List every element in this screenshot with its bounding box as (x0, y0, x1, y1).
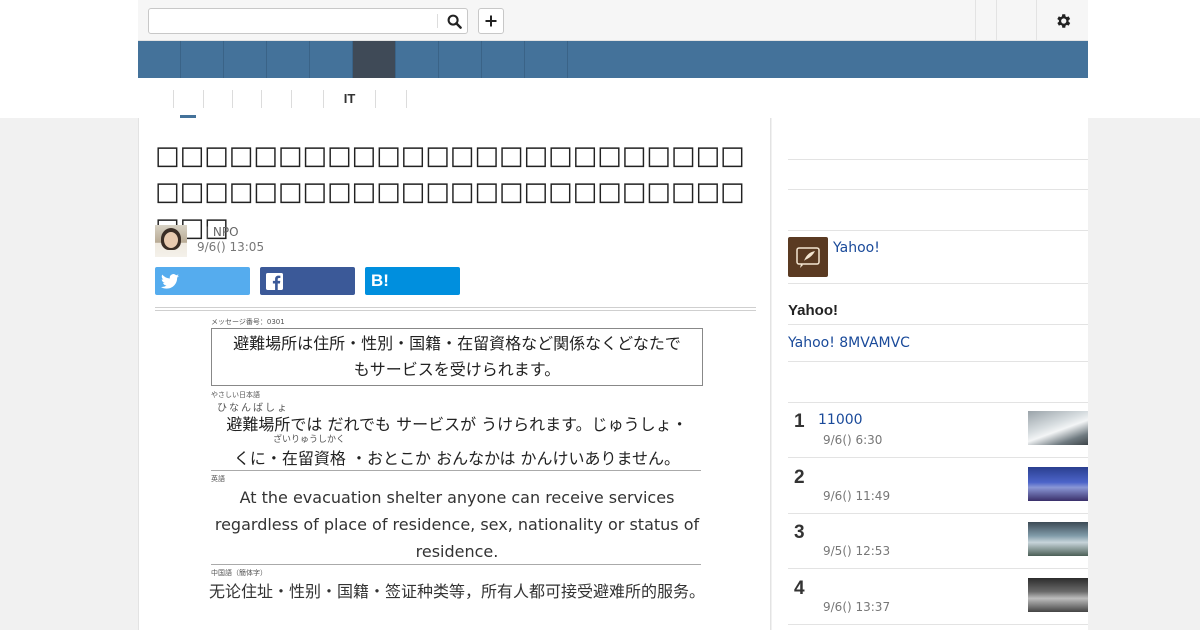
nav-tab[interactable] (267, 41, 310, 78)
site-header (138, 0, 1088, 41)
author-page-link[interactable]: Yahoo! (833, 240, 880, 256)
twitter-icon (161, 273, 179, 289)
ranking-title[interactable]: 11000 (818, 412, 863, 428)
ranking-date: 9/6() 13:37 (823, 600, 891, 614)
notice-box: 避難場所は住所・性別・国籍・在留資格など関係なくどなたで もサービスを受けられま… (211, 328, 703, 386)
article: □□□□□□□□□□□□□□□□□□□□□□□□□□□□□□□□□□□□□□□□… (138, 118, 771, 630)
ranking-thumbnail[interactable] (1028, 522, 1088, 556)
ranking-date: 9/6() 6:30 (823, 433, 883, 447)
nav-tab[interactable] (482, 41, 525, 78)
ranking-number: 3 (794, 522, 805, 543)
add-button[interactable] (478, 8, 504, 34)
sidebar-divider (788, 361, 1088, 362)
ranking-item[interactable]: 4 9/6() 13:37 (788, 570, 1088, 625)
figure-divider (211, 564, 701, 565)
nav-tab[interactable] (439, 41, 482, 78)
header-divider (996, 0, 997, 41)
multilingual-notice-image: メッセージ番号：0301 避難場所は住所・性別・国籍・在留資格など関係なくどなた… (209, 314, 705, 630)
settings-button[interactable] (1048, 9, 1078, 33)
english-label: 英語 (211, 475, 225, 483)
ranking-thumbnail[interactable] (1028, 467, 1088, 501)
ruby-text: ざいりゅうしかく (273, 435, 346, 445)
notice-line: 避難場所は住所・性別・国籍・在留資格など関係なくどなたで (233, 334, 681, 353)
facebook-share-button[interactable] (260, 267, 355, 295)
author-page-icon[interactable] (788, 237, 828, 277)
sidebar-divider (788, 324, 1088, 325)
search-button[interactable] (441, 10, 467, 32)
sidebar-divider (788, 283, 1088, 284)
ranking-number: 4 (794, 578, 805, 599)
ranking-number: 1 (794, 411, 805, 432)
article-title: □□□□□□□□□□□□□□□□□□□□□□□□□□□□□□□□□□□□□□□□… (155, 141, 745, 243)
ranking-item[interactable]: 1 11000 9/6() 6:30 (788, 403, 1088, 458)
sidebar-divider (788, 159, 1088, 160)
article-date: 9/6() 13:05 (197, 240, 265, 254)
subnav-item[interactable] (375, 90, 407, 108)
gear-icon (1057, 14, 1071, 28)
sidebar-divider (788, 230, 1088, 231)
subnav-item-it[interactable]: IT (323, 90, 375, 108)
chinese-text: 无论住址・性别・国籍・签证种类等，所有人都可接受避难所的服务。 (209, 582, 706, 601)
twitter-share-button[interactable] (155, 267, 250, 295)
hatena-bookmark-button[interactable]: B! (365, 267, 460, 295)
subnav-item[interactable] (232, 90, 261, 108)
author-line: | NPO (197, 225, 239, 239)
promo-link[interactable]: Yahoo! 8MVAMVC (788, 335, 910, 351)
search-divider (437, 14, 438, 28)
subnav-item[interactable] (203, 90, 232, 108)
message-number: メッセージ番号：0301 (211, 318, 285, 326)
search-icon (447, 14, 462, 29)
chinese-label: 中国語（簡体字） (211, 569, 267, 577)
nav-tab[interactable] (181, 41, 224, 78)
english-text: At the evacuation shelter anyone can rec… (214, 488, 700, 561)
nav-tab[interactable] (224, 41, 267, 78)
header-divider (975, 0, 976, 41)
subnav-item[interactable] (261, 90, 291, 108)
subnav-item[interactable] (173, 90, 203, 108)
ranking-number: 2 (794, 467, 805, 488)
search-input[interactable] (149, 9, 437, 33)
nav-tab-active[interactable] (353, 41, 396, 78)
nav-tab[interactable] (396, 41, 439, 78)
subnav-item[interactable] (291, 90, 323, 108)
author-org: | NPO (205, 225, 239, 239)
ranking-thumbnail[interactable] (1028, 578, 1088, 612)
figure-divider (211, 470, 701, 471)
ranking-thumbnail[interactable] (1028, 411, 1088, 445)
article-divider (155, 307, 756, 311)
search-box (148, 8, 468, 34)
hatena-icon: B! (371, 271, 389, 290)
feather-pen-icon (796, 247, 820, 268)
sidebar: Yahoo! Yahoo! Yahoo! 8MVAMVC 1 11000 9/6… (772, 118, 1088, 630)
sidebar-divider (788, 189, 1088, 190)
plus-icon (485, 15, 497, 27)
ranking-item[interactable]: 3 9/5() 12:53 (788, 514, 1088, 569)
ranking-item[interactable]: 2 9/6() 11:49 (788, 459, 1088, 514)
nav-tab[interactable] (525, 41, 568, 78)
subcategory-nav: IT (138, 78, 1088, 118)
notice-line: もサービスを受けられます。 (353, 360, 561, 379)
nav-tab[interactable] (138, 41, 181, 78)
category-nav (138, 41, 1088, 78)
facebook-icon (266, 272, 283, 290)
header-divider (1036, 0, 1037, 41)
ranking-date: 9/6() 11:49 (823, 489, 891, 503)
nav-tab[interactable] (310, 41, 353, 78)
author-avatar[interactable] (155, 225, 187, 257)
ranking-date: 9/5() 12:53 (823, 544, 891, 558)
sidebar-section-heading: Yahoo! (788, 302, 839, 319)
easy-japanese-line: くに・在留資格 ・おとこか おんなかは かんけいありません。 (233, 449, 681, 468)
